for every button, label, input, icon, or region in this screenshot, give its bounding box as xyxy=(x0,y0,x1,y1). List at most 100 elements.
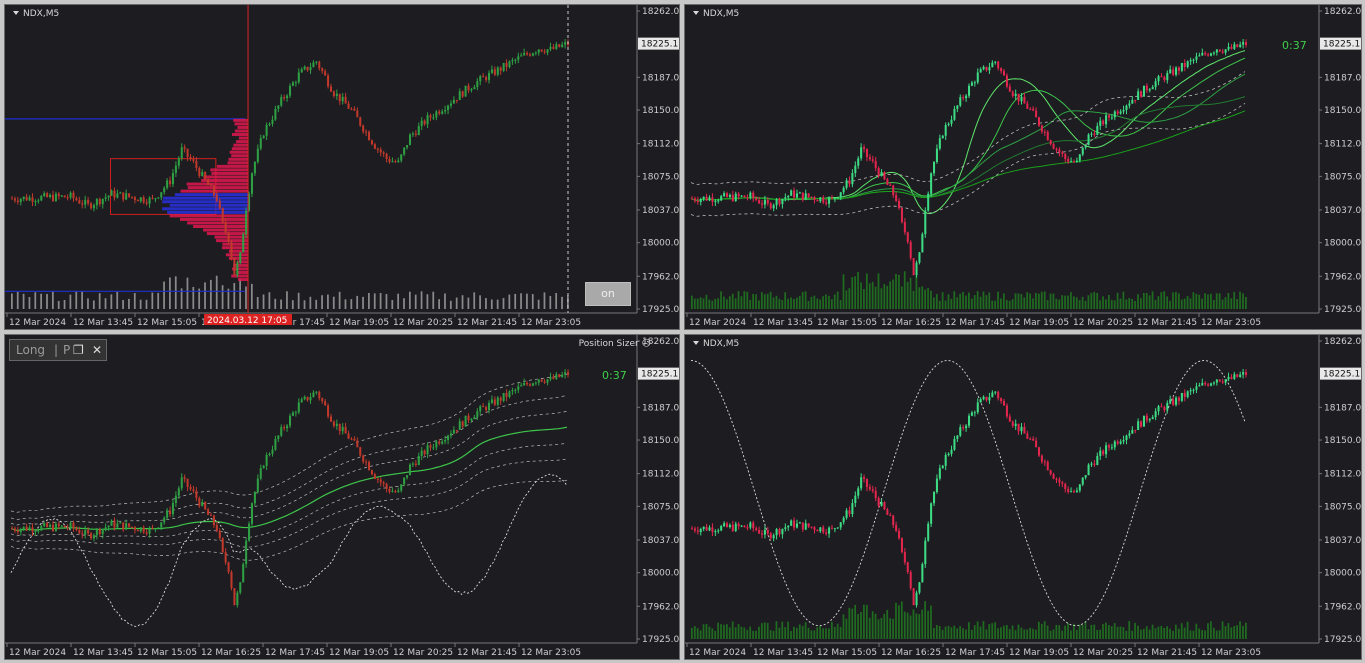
candle-body xyxy=(976,72,979,83)
candle-body xyxy=(300,399,303,403)
volume-bar xyxy=(1078,300,1081,309)
candle-body xyxy=(107,195,110,198)
candle-body xyxy=(312,62,315,68)
close-icon[interactable]: ✕ xyxy=(92,343,102,357)
candle-body xyxy=(195,490,198,499)
candle-body xyxy=(1163,407,1166,411)
volume-bar xyxy=(373,293,376,309)
volume-bar xyxy=(863,604,865,639)
candle-body xyxy=(915,262,918,276)
chart-canvas[interactable]: 18262.018225.118187.018150.018112.018075… xyxy=(685,335,1362,660)
volume-bar xyxy=(1186,295,1189,309)
candle-body xyxy=(930,173,933,194)
volume-bar xyxy=(793,626,795,639)
restore-icon[interactable]: ❐ xyxy=(73,343,84,357)
chart-pane-top-left[interactable]: 18262.0 18225.1 18187.0 18150.0 18112.0 18075… xyxy=(4,4,680,330)
candle-body xyxy=(224,552,227,563)
volume-bar xyxy=(699,297,702,309)
candle-body xyxy=(1227,376,1230,380)
candle-body xyxy=(19,528,22,533)
candle-body xyxy=(51,194,55,201)
volume-bar xyxy=(787,298,789,309)
on-button[interactable]: on xyxy=(585,282,631,306)
volume-bar xyxy=(941,629,944,639)
volume-bar xyxy=(228,605,230,639)
volume-bar xyxy=(1008,629,1011,639)
volume-bar xyxy=(1227,623,1230,639)
price-tick-label: 18187.0 xyxy=(642,73,679,83)
volume-bar xyxy=(898,605,900,639)
candle-body xyxy=(212,185,215,196)
candle-body xyxy=(1081,477,1084,485)
volume-bar xyxy=(1000,627,1002,639)
candle-body xyxy=(171,503,174,515)
candle-body xyxy=(1245,42,1248,46)
candle-body xyxy=(725,523,729,527)
volume-bar xyxy=(702,298,705,309)
chart-pane-bottom-right[interactable]: 18262.0 18225.1 18187.0 18150.0 18112.0 18075… xyxy=(684,334,1362,660)
current-price-label: 18225.1 xyxy=(641,370,678,380)
position-sizer-panel[interactable]: Long | P ❐ ✕ xyxy=(9,339,107,361)
volume-bar xyxy=(880,288,883,309)
volume-bar xyxy=(708,626,711,639)
volume-bar xyxy=(70,628,72,639)
candle-body xyxy=(795,523,799,528)
candle-body xyxy=(1183,62,1186,67)
candle-body xyxy=(889,514,892,516)
volume-bar xyxy=(204,282,206,309)
volume-bar xyxy=(561,624,563,639)
symbol-label: NDX,M5 xyxy=(693,339,739,349)
volume-bar xyxy=(473,292,476,309)
volume-bar xyxy=(1192,630,1195,639)
volume-bar xyxy=(1014,293,1017,309)
chart-pane-top-right[interactable]: 18262.0 18225.1 18187.0 18150.0 18112.0 18075… xyxy=(684,4,1362,330)
volume-profile-bar xyxy=(225,253,249,257)
volume-bar xyxy=(906,612,909,639)
candle-body xyxy=(429,445,432,448)
p-label[interactable]: P xyxy=(63,343,70,357)
volume-bar xyxy=(291,300,294,309)
candle-body xyxy=(1198,385,1201,387)
candle-body xyxy=(731,194,734,201)
chart-canvas[interactable]: 18262.018225.118187.018150.018112.018075… xyxy=(5,5,680,330)
chart-canvas[interactable]: 18262.018225.118187.018150.018112.018075… xyxy=(685,5,1362,330)
candle-body xyxy=(505,62,508,67)
candle-body xyxy=(1090,133,1093,135)
candle-body xyxy=(209,514,213,516)
volume-bar xyxy=(728,296,731,309)
candle-body xyxy=(1169,399,1172,403)
volume-bar xyxy=(1177,628,1180,639)
volume-bar xyxy=(1090,624,1093,639)
candle-body xyxy=(54,193,57,201)
volume-bar xyxy=(1125,630,1128,639)
candle-body xyxy=(892,515,895,526)
candle-body xyxy=(842,187,845,193)
candle-body xyxy=(1224,49,1227,53)
candle-body xyxy=(886,179,889,185)
candle-body xyxy=(924,210,927,235)
volume-bar xyxy=(470,624,472,639)
candle-body xyxy=(1142,85,1145,97)
candle-body xyxy=(1186,61,1189,67)
volume-bar xyxy=(350,299,353,309)
candle-body xyxy=(1096,455,1099,465)
std-band xyxy=(10,373,568,513)
time-tick-label: 12 Mar 19:05 xyxy=(1009,648,1069,658)
candle-body xyxy=(72,192,75,199)
volume-bar xyxy=(784,627,787,639)
candle-body xyxy=(982,66,985,70)
volume-bar xyxy=(912,290,915,309)
volume-bar xyxy=(979,296,982,309)
direction-label[interactable]: Long xyxy=(16,343,45,357)
candle-body xyxy=(66,527,69,529)
chart-canvas[interactable]: 18262.018225.118187.018150.018112.018075… xyxy=(5,335,680,660)
chart-pane-bottom-left[interactable]: 18262.0 18225.1 18187.0 18150.0 18112.0 18075… xyxy=(4,334,680,660)
candle-body xyxy=(1110,117,1113,119)
volume-bar xyxy=(1061,630,1064,639)
candle-body xyxy=(944,455,947,466)
volume-profile-bar xyxy=(162,207,249,211)
candle-body xyxy=(300,69,303,73)
candle-body xyxy=(245,210,248,235)
candle-body xyxy=(221,538,224,553)
candle-body xyxy=(1157,76,1160,82)
